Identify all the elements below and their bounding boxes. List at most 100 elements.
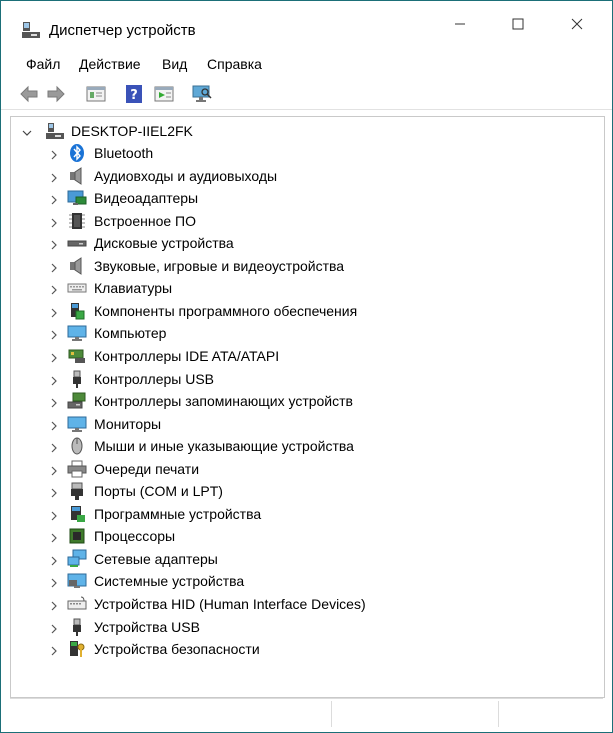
chevron-right-icon[interactable]	[49, 170, 59, 186]
tree-root-node[interactable]: DESKTOP-IIEL2FK	[11, 120, 601, 142]
tree-node[interactable]: Мыши и иные указывающие устройства	[11, 435, 601, 457]
menu-help[interactable]: Справка	[207, 56, 262, 72]
chevron-right-icon[interactable]	[49, 463, 59, 479]
display-adapter-icon	[67, 188, 87, 208]
tree-node[interactable]: Контроллеры IDE ATA/ATAPI	[11, 345, 601, 367]
tree-node[interactable]: Дисковые устройства	[11, 232, 601, 254]
tree-node[interactable]: Встроенное ПО	[11, 210, 601, 232]
tree-node[interactable]: Звуковые, игровые и видеоустройства	[11, 255, 601, 277]
device-manager-app-icon	[21, 20, 41, 40]
tree-node[interactable]: Мониторы	[11, 413, 601, 435]
menu-action[interactable]: Действие	[79, 56, 141, 72]
chevron-right-icon[interactable]	[49, 418, 59, 434]
computer-tower-icon	[45, 121, 65, 144]
tree-node[interactable]: Контроллеры USB	[11, 368, 601, 390]
tree-node[interactable]: Компьютер	[11, 322, 601, 344]
chevron-right-icon[interactable]	[49, 643, 59, 659]
tree-node[interactable]: Очереди печати	[11, 458, 601, 480]
tree-node[interactable]: Bluetooth	[11, 142, 601, 164]
tree-node[interactable]: Видеоадаптеры	[11, 187, 601, 209]
chevron-right-icon[interactable]	[49, 485, 59, 501]
tree-node[interactable]: Программные устройства	[11, 503, 601, 525]
chevron-right-icon[interactable]	[49, 215, 59, 231]
printer-icon	[67, 459, 87, 479]
device-manager-window: Диспетчер устройств Файл Действие Вид Сп…	[0, 0, 613, 733]
tree-node[interactable]: Компоненты программного обеспечения	[11, 300, 601, 322]
tree-node-label: Системные устройства	[94, 573, 245, 590]
tree-node[interactable]: Аудиовходы и аудиовыходы	[11, 165, 601, 187]
chevron-right-icon[interactable]	[49, 575, 59, 591]
tree-node-label: Дисковые устройства	[94, 235, 234, 252]
software-device-icon	[67, 504, 87, 524]
minimize-icon	[455, 23, 465, 25]
chevron-right-icon[interactable]	[49, 508, 59, 524]
tree-node[interactable]: Порты (COM и LPT)	[11, 480, 601, 502]
properties-icon	[86, 86, 106, 102]
menu-file[interactable]: Файл	[26, 56, 60, 72]
chevron-right-icon[interactable]	[49, 621, 59, 637]
port-connector-icon	[67, 481, 87, 501]
scan-hardware-button[interactable]	[191, 83, 215, 105]
chevron-right-icon[interactable]	[49, 192, 59, 208]
title-bar[interactable]: Диспетчер устройств	[1, 1, 612, 48]
tree-node-label: Мыши и иные указывающие устройства	[94, 438, 354, 455]
chevron-right-icon[interactable]	[49, 237, 59, 253]
help-icon: ?	[126, 85, 142, 103]
chevron-right-icon[interactable]	[49, 440, 59, 456]
chevron-right-icon[interactable]	[49, 327, 59, 343]
tree-node[interactable]: Сетевые адаптеры	[11, 548, 601, 570]
forward-arrow-icon	[47, 85, 65, 103]
chevron-right-icon[interactable]	[49, 395, 59, 411]
forward-button[interactable]	[45, 83, 69, 105]
tree-node[interactable]: Устройства USB	[11, 616, 601, 638]
help-button[interactable]: ?	[123, 83, 147, 105]
chevron-down-icon[interactable]	[22, 125, 32, 141]
close-icon	[571, 18, 583, 30]
menu-view[interactable]: Вид	[162, 56, 187, 72]
tree-node-label: Встроенное ПО	[94, 212, 196, 229]
tree-node-label: Видеоадаптеры	[94, 190, 199, 207]
chevron-right-icon[interactable]	[49, 282, 59, 298]
minimize-button[interactable]	[430, 1, 490, 47]
firmware-chip-icon	[67, 211, 87, 231]
update-driver-button[interactable]	[153, 83, 177, 105]
close-button[interactable]	[547, 1, 607, 47]
monitor-icon	[67, 414, 87, 434]
tree-node[interactable]: Устройства HID (Human Interface Devices)	[11, 593, 601, 615]
tree-node-label: Контроллеры запоминающих устройств	[94, 393, 353, 410]
tree-node[interactable]: Клавиатуры	[11, 277, 601, 299]
properties-button[interactable]	[85, 83, 109, 105]
hid-icon	[67, 594, 87, 614]
chevron-right-icon[interactable]	[49, 147, 59, 163]
back-arrow-icon	[20, 85, 38, 103]
tree-node[interactable]: Устройства безопасности	[11, 638, 601, 660]
chevron-right-icon[interactable]	[49, 553, 59, 569]
status-separator	[498, 701, 499, 727]
chevron-right-icon[interactable]	[49, 305, 59, 321]
device-tree[interactable]: DESKTOP-IIEL2FK Bluetooth Аудиовходы и ау…	[10, 116, 605, 698]
tree-node-label: Мониторы	[94, 415, 162, 432]
back-button[interactable]	[18, 83, 42, 105]
toolbar: ?	[1, 79, 612, 110]
tree-node-label: Компоненты программного обеспечения	[94, 302, 358, 319]
tree-node-label: Устройства USB	[94, 618, 200, 635]
maximize-button[interactable]	[488, 1, 548, 47]
chevron-right-icon[interactable]	[49, 598, 59, 614]
tree-node[interactable]: Системные устройства	[11, 570, 601, 592]
scan-hardware-icon	[192, 85, 212, 102]
chevron-right-icon[interactable]	[49, 350, 59, 366]
tree-node[interactable]: Контроллеры запоминающих устройств	[11, 390, 601, 412]
storage-controller-icon	[67, 391, 87, 411]
chevron-right-icon[interactable]	[49, 260, 59, 276]
chevron-right-icon[interactable]	[49, 373, 59, 389]
bluetooth-icon	[67, 143, 87, 163]
chevron-right-icon[interactable]	[49, 530, 59, 546]
usb-plug-icon	[67, 617, 87, 637]
tree-node-label: Контроллеры USB	[94, 370, 214, 387]
system-device-icon	[67, 571, 87, 591]
maximize-icon	[512, 18, 524, 30]
tree-node[interactable]: Процессоры	[11, 525, 601, 547]
speaker-icon	[67, 256, 87, 276]
status-bar	[10, 698, 603, 729]
tree-node-label: Компьютер	[94, 325, 167, 342]
